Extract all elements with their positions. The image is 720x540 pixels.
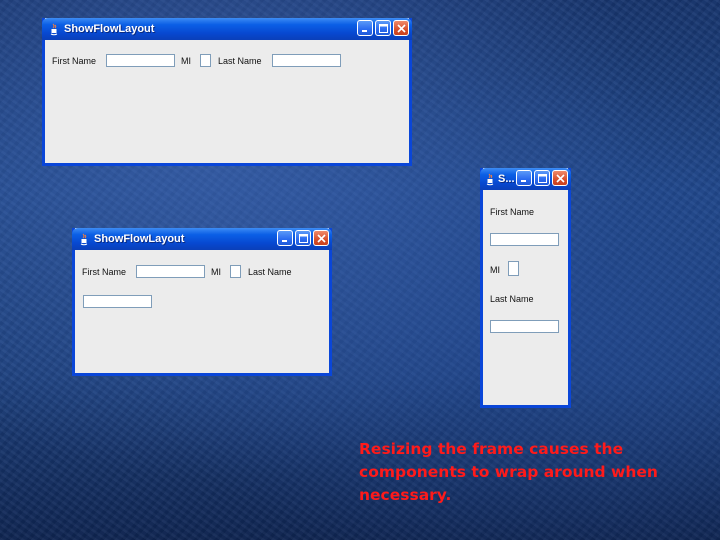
maximize-icon[interactable] — [534, 170, 550, 186]
last-name-field[interactable] — [272, 54, 341, 67]
mi-label: MI — [490, 265, 500, 275]
last-name-label: Last Name — [248, 267, 292, 277]
mi-field[interactable] — [200, 54, 211, 67]
first-name-label: First Name — [490, 207, 535, 217]
title-bar[interactable]: ShowFlowLayout — [42, 18, 412, 40]
maximize-icon[interactable] — [375, 20, 391, 36]
last-name-label: Last Name — [490, 294, 534, 304]
mi-label: MI — [211, 267, 221, 277]
minimize-icon[interactable] — [357, 20, 373, 36]
title-bar[interactable]: S... — [480, 168, 571, 190]
close-icon[interactable] — [552, 170, 568, 186]
java-icon — [484, 172, 496, 186]
window-medium: ShowFlowLayout First Name MI Last Name — [72, 228, 332, 376]
mi-label: MI — [181, 56, 191, 66]
window-title: S... — [498, 173, 515, 185]
close-icon[interactable] — [393, 20, 409, 36]
first-name-label: First Name — [52, 56, 97, 66]
title-bar[interactable]: ShowFlowLayout — [72, 228, 332, 250]
close-icon[interactable] — [313, 230, 329, 246]
first-name-field[interactable] — [136, 265, 205, 278]
first-name-field[interactable] — [490, 233, 559, 246]
minimize-icon[interactable] — [277, 230, 293, 246]
window-narrow: S... First Name MI Last Name — [480, 168, 571, 408]
last-name-label: Last Name — [218, 56, 262, 66]
slide-caption: Resizing the frame causes the components… — [359, 440, 658, 504]
last-name-field[interactable] — [490, 320, 559, 333]
window-title: ShowFlowLayout — [64, 23, 155, 35]
java-icon — [48, 22, 60, 36]
mi-field[interactable] — [508, 261, 519, 276]
last-name-field[interactable] — [83, 295, 152, 308]
minimize-icon[interactable] — [516, 170, 532, 186]
first-name-field[interactable] — [106, 54, 175, 67]
window-wide: ShowFlowLayout First Name MI Last Name — [42, 18, 412, 166]
mi-field[interactable] — [230, 265, 241, 278]
first-name-label: First Name — [82, 267, 127, 277]
window-title: ShowFlowLayout — [94, 233, 185, 245]
java-icon — [78, 232, 90, 246]
maximize-icon[interactable] — [295, 230, 311, 246]
